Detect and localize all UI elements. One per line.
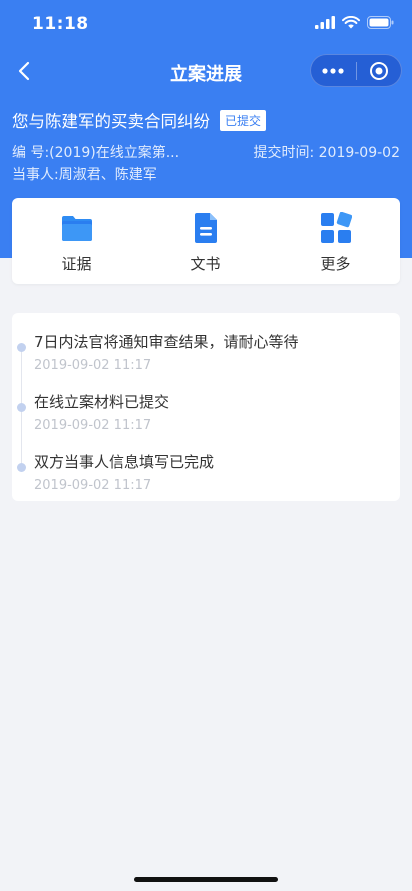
timeline-time: 2019-09-02 11:17: [34, 418, 152, 433]
submit-time-label: 提交时间:: [253, 145, 315, 161]
timeline-item: 7日内法官将通知审查结果，请耐心等待 2019-09-02 11:17: [12, 313, 400, 373]
document-icon: [194, 213, 217, 243]
status-time: 11:18: [32, 14, 89, 34]
grid-more-icon: [320, 212, 352, 243]
case-title: 您与陈建军的买卖合同纠纷: [12, 112, 210, 131]
timeline-dot: [17, 403, 26, 412]
documents-button[interactable]: 文书: [141, 198, 270, 284]
folder-icon: [61, 216, 92, 241]
evidence-button[interactable]: 证据: [12, 198, 141, 284]
timeline-text: 在线立案材料已提交: [34, 393, 170, 411]
case-parties: 当事人:周淑君、陈建军: [12, 164, 157, 184]
case-title-row: 您与陈建军的买卖合同纠纷 已提交: [12, 108, 267, 132]
evidence-label: 证据: [61, 255, 92, 273]
progress-timeline: 7日内法官将通知审查结果，请耐心等待 2019-09-02 11:17 在线立案…: [12, 313, 400, 501]
timeline-dot: [17, 463, 26, 472]
case-number-value: (2019)在线立案第...: [49, 145, 180, 161]
mini-program-capsule: [310, 54, 402, 87]
more-actions-button[interactable]: 更多: [271, 198, 400, 284]
page: 11:18 立案进展 您与陈建军的买卖合同纠纷 已提交 编 号:(2019)在线…: [0, 0, 412, 891]
nav-bar: 立案进展: [0, 48, 412, 94]
timeline-time: 2019-09-02 11:17: [34, 358, 152, 373]
submit-time-value: 2019-09-02: [318, 145, 400, 161]
documents-label: 文书: [190, 255, 221, 273]
status-badge: 已提交: [220, 109, 267, 131]
actions-card: 证据 文书 更多: [12, 198, 400, 284]
timeline-text: 7日内法官将通知审查结果，请耐心等待: [34, 333, 299, 351]
case-parties-label: 当事人:: [12, 167, 59, 183]
case-number: 编 号:(2019)在线立案第...: [12, 142, 179, 162]
timeline-dot: [17, 343, 26, 352]
timeline-time: 2019-09-02 11:17: [34, 478, 152, 493]
submit-time: 提交时间: 2019-09-02: [253, 142, 400, 162]
wifi-icon: [342, 16, 360, 29]
battery-icon: [367, 16, 394, 29]
home-indicator[interactable]: [134, 877, 278, 882]
timeline-item: 双方当事人信息填写已完成 2019-09-02 11:17: [12, 433, 400, 493]
case-parties-value: 周淑君、陈建军: [58, 167, 157, 183]
more-actions-label: 更多: [320, 255, 351, 273]
signal-icon: [315, 16, 335, 29]
target-circle-icon: [369, 61, 388, 80]
status-icons: [315, 16, 394, 29]
case-number-label: 编 号:: [12, 145, 50, 161]
status-bar: 11:18: [0, 0, 412, 48]
timeline-item: 在线立案材料已提交 2019-09-02 11:17: [12, 373, 400, 433]
more-dots-icon: [322, 67, 344, 74]
close-program-button[interactable]: [357, 55, 402, 86]
more-button[interactable]: [311, 55, 356, 86]
timeline-text: 双方当事人信息填写已完成: [34, 453, 215, 471]
